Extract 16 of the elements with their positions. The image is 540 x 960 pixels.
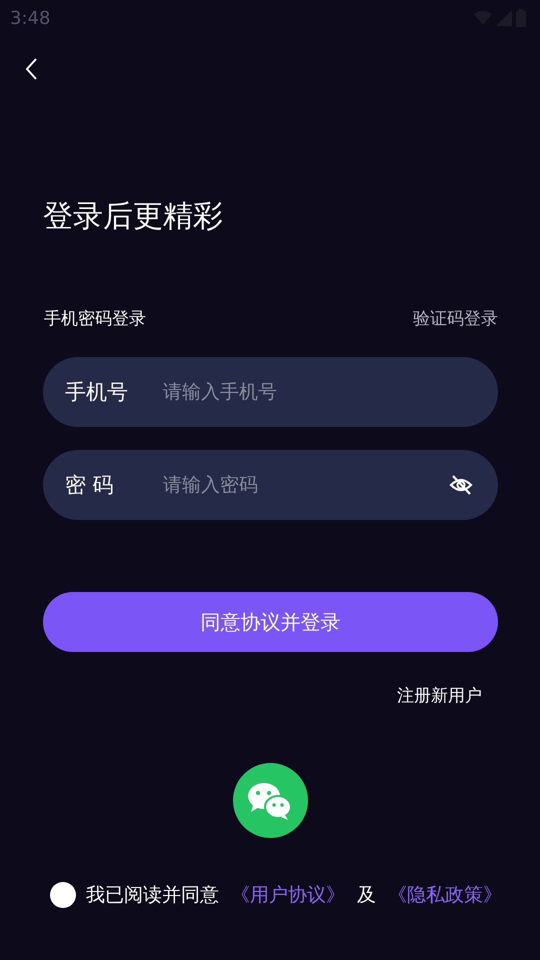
login-button[interactable]: 同意协议并登录 [43,592,498,652]
agree-checkbox[interactable] [50,882,76,908]
agreement-text: 我已阅读并同意 [86,883,219,908]
field-label: 密 码 [65,472,115,499]
policy-link[interactable]: 《隐私政策》 [388,882,502,908]
login-mode-label: 手机密码登录 [44,308,146,330]
policy-link[interactable]: 《用户协议》 [231,882,345,908]
agreement-text: 及 [357,883,376,908]
field-label: 手机号 [65,379,129,406]
sms-login-link[interactable]: 验证码登录 [413,307,498,330]
status-time: 3:48 [10,8,50,28]
page-title: 登录后更精彩 [43,198,224,236]
register-link[interactable]: 注册新用户 [397,684,482,707]
chat-bubbles-icon [247,780,293,820]
phone-field[interactable]: 请输入手机号 [161,380,474,404]
password-field[interactable]: 请输入密码 [161,473,448,497]
